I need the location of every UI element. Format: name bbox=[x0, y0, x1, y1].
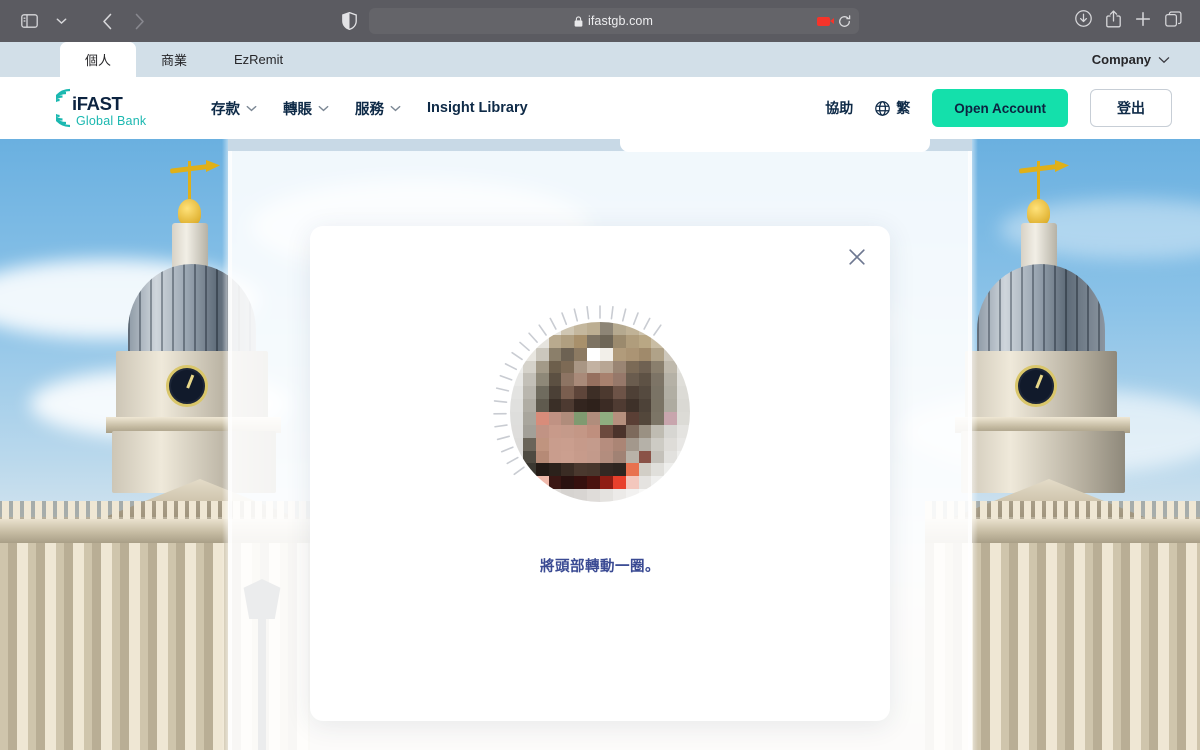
reload-icon[interactable] bbox=[838, 14, 851, 28]
face-guide-ring bbox=[492, 304, 708, 520]
tab-personal[interactable]: 個人 bbox=[60, 42, 136, 77]
chevron-down-icon bbox=[390, 105, 401, 112]
header-dropdown-remnant bbox=[620, 139, 930, 152]
browser-address-area: ifastgb.com bbox=[300, 8, 900, 34]
tab-personal-label: 個人 bbox=[84, 53, 111, 68]
tab-overview-icon[interactable] bbox=[1165, 10, 1182, 32]
globe-icon bbox=[875, 100, 891, 116]
share-icon[interactable] bbox=[1106, 9, 1121, 33]
site-tab-strip: 個人 商業 EzRemit Company bbox=[0, 42, 1200, 77]
nav-item-transfer-label: 轉賬 bbox=[283, 101, 312, 118]
forward-arrow-icon bbox=[124, 8, 154, 34]
liveness-instruction-text: 將頭部轉動一圈。 bbox=[540, 559, 660, 575]
site-header-right: 協助 繁 Open Account 登出 bbox=[825, 89, 1200, 127]
scrim-edge-right bbox=[968, 139, 978, 750]
nav-item-deposits[interactable]: 存款 bbox=[211, 98, 257, 119]
open-account-button[interactable]: Open Account bbox=[932, 89, 1068, 127]
nav-item-insight-library-label: Insight Library bbox=[427, 100, 528, 116]
language-label: 繁 bbox=[896, 100, 911, 116]
tab-ezremit[interactable]: EzRemit bbox=[212, 42, 305, 77]
address-bar[interactable]: ifastgb.com bbox=[368, 8, 859, 34]
screen-recording-indicator[interactable] bbox=[816, 16, 834, 26]
ifast-logo[interactable]: iFAST Global Bank bbox=[56, 86, 161, 130]
chevron-down-icon bbox=[246, 105, 257, 112]
url-text: ifastgb.com bbox=[587, 14, 654, 28]
pixelated-face-image bbox=[510, 322, 690, 502]
company-menu-label: Company bbox=[1091, 52, 1151, 67]
nav-item-services-label: 服務 bbox=[355, 101, 384, 118]
page-body: 將頭部轉動一圈。 bbox=[0, 139, 1200, 750]
tab-business[interactable]: 商業 bbox=[136, 42, 212, 77]
svg-text:iFAST: iFAST bbox=[72, 93, 124, 114]
liveness-capture-area: 將頭部轉動一圈。 bbox=[310, 304, 890, 576]
chevron-down-icon bbox=[318, 105, 329, 112]
address-bar-right-icons bbox=[816, 14, 851, 28]
nav-item-services[interactable]: 服務 bbox=[355, 98, 401, 119]
nav-item-insight-library[interactable]: Insight Library bbox=[427, 100, 528, 116]
logout-button[interactable]: 登出 bbox=[1090, 89, 1172, 127]
back-arrow-icon[interactable] bbox=[92, 8, 122, 34]
chevron-down-icon bbox=[1158, 56, 1170, 64]
main-navigation: 存款 轉賬 服務 Insight Library bbox=[211, 98, 528, 119]
liveness-camera-preview bbox=[510, 322, 690, 502]
browser-toolbar: ifastgb.com bbox=[0, 0, 1200, 42]
help-link-label: 協助 bbox=[825, 100, 854, 116]
site-header: iFAST Global Bank 存款 轉賬 服務 Insight Libra… bbox=[0, 77, 1200, 139]
tab-strip-spacer bbox=[0, 42, 60, 77]
url-display: ifastgb.com bbox=[574, 14, 653, 28]
company-menu[interactable]: Company bbox=[1092, 42, 1200, 77]
plus-icon[interactable] bbox=[1135, 11, 1151, 32]
nav-item-transfer[interactable]: 轉賬 bbox=[283, 98, 329, 119]
sidebar-chevron-down-icon[interactable] bbox=[46, 8, 76, 34]
browser-toolbar-right bbox=[900, 9, 1200, 33]
download-icon[interactable] bbox=[1075, 10, 1092, 32]
ifast-global-bank-logo-mark: iFAST Global Bank bbox=[56, 88, 147, 128]
tab-ezremit-label: EzRemit bbox=[234, 52, 284, 67]
scrim-edge-left bbox=[222, 139, 232, 750]
tab-business-label: 商業 bbox=[160, 53, 187, 68]
sidebar-toggle-icon[interactable] bbox=[14, 8, 44, 34]
nav-item-deposits-label: 存款 bbox=[211, 101, 240, 118]
help-link[interactable]: 協助 bbox=[825, 98, 853, 118]
privacy-shield-icon[interactable] bbox=[341, 12, 357, 30]
svg-text:Global Bank: Global Bank bbox=[76, 114, 147, 128]
lock-icon bbox=[574, 15, 583, 27]
language-switcher[interactable]: 繁 bbox=[875, 98, 910, 118]
browser-toolbar-left bbox=[0, 8, 300, 34]
close-icon[interactable] bbox=[840, 240, 874, 274]
liveness-check-modal: 將頭部轉動一圈。 bbox=[310, 226, 890, 721]
